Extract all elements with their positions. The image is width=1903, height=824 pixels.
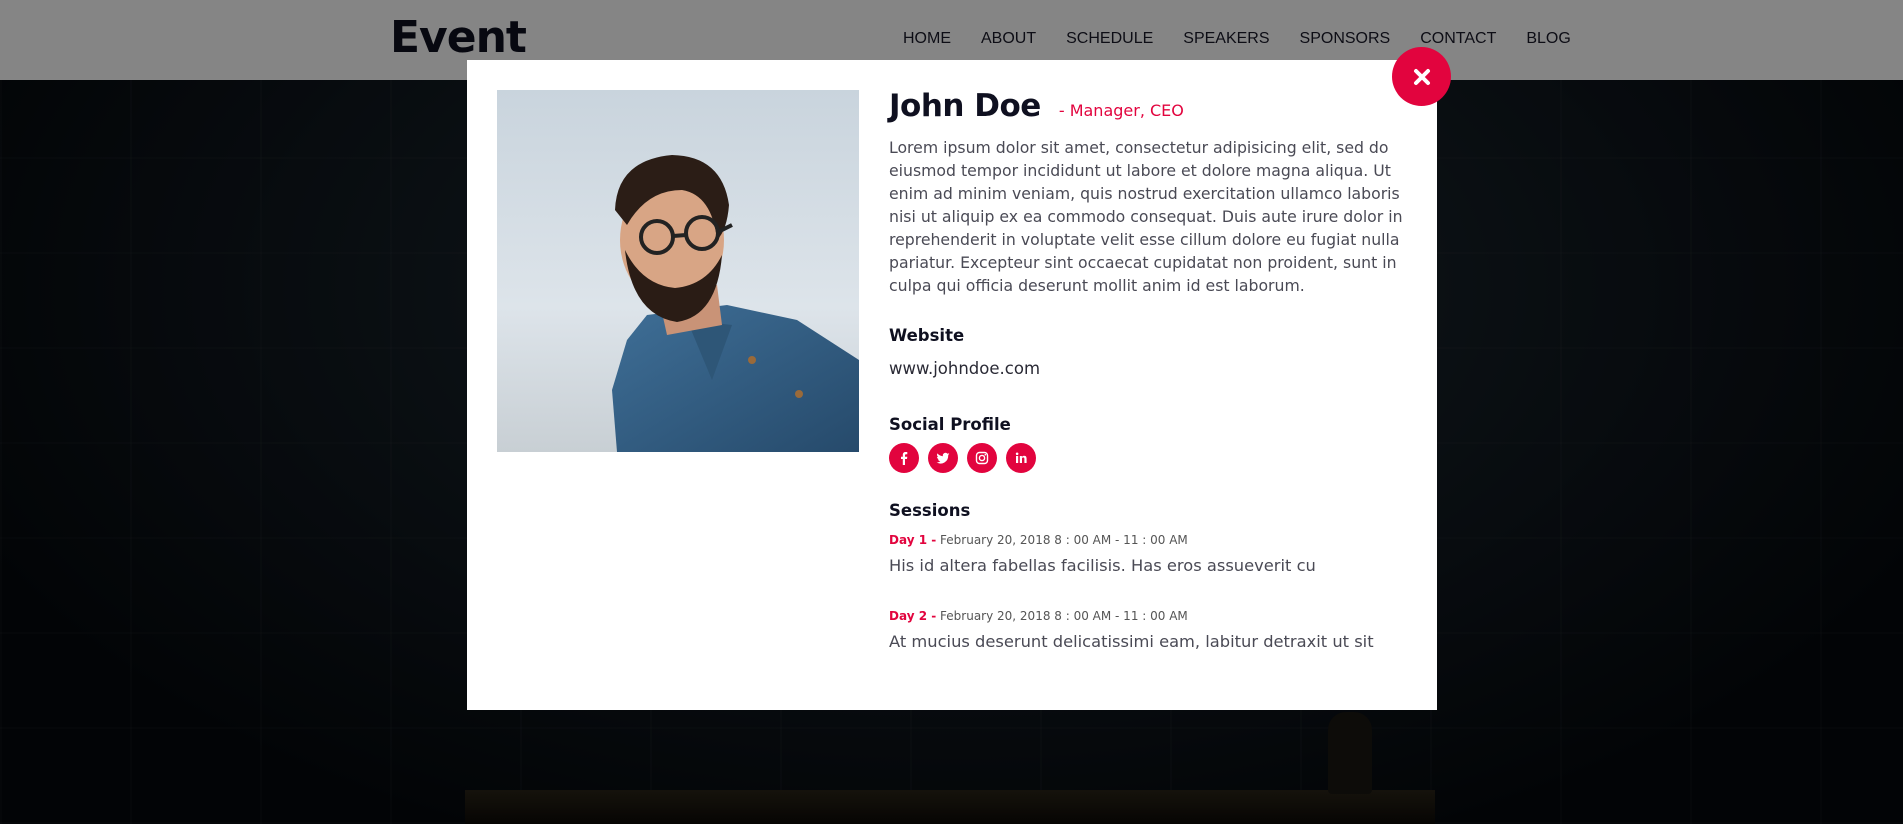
twitter-button[interactable] <box>928 443 958 473</box>
speaker-role: - Manager, CEO <box>1058 101 1184 120</box>
session-item: Day 1 - February 20, 2018 8 : 00 AM - 11… <box>889 533 1414 575</box>
speaker-header: John Doe - Manager, CEO <box>889 88 1414 124</box>
session-meta: Day 1 - February 20, 2018 8 : 00 AM - 11… <box>889 533 1414 547</box>
facebook-button[interactable] <box>889 443 919 473</box>
session-title: His id altera fabellas facilisis. Has er… <box>889 556 1316 575</box>
speaker-name: John Doe <box>889 88 1041 124</box>
website-link[interactable]: www.johndoe.com <box>889 359 1040 378</box>
speaker-photo <box>497 90 859 452</box>
speaker-bio: Lorem ipsum dolor sit amet, consectetur … <box>889 138 1403 295</box>
linkedin-button[interactable] <box>1006 443 1036 473</box>
instagram-icon <box>975 451 989 465</box>
speaker-modal: John Doe - Manager, CEO Lorem ipsum dolo… <box>467 60 1437 710</box>
speaker-details: John Doe - Manager, CEO Lorem ipsum dolo… <box>889 88 1414 651</box>
session-time: February 20, 2018 8 : 00 AM - 11 : 00 AM <box>940 609 1188 623</box>
session-time: February 20, 2018 8 : 00 AM - 11 : 00 AM <box>940 533 1188 547</box>
social-profile-heading: Social Profile <box>889 415 1011 434</box>
session-title: At mucius deserunt delicatissimi eam, la… <box>889 632 1374 651</box>
sessions-heading: Sessions <box>889 501 971 520</box>
facebook-icon <box>901 452 908 465</box>
close-button[interactable] <box>1392 47 1451 106</box>
session-meta: Day 2 - February 20, 2018 8 : 00 AM - 11… <box>889 609 1414 623</box>
twitter-icon <box>936 452 950 464</box>
session-day: Day 2 - <box>889 609 937 623</box>
linkedin-icon <box>1015 452 1027 463</box>
website-heading: Website <box>889 326 965 345</box>
close-icon <box>1413 68 1430 85</box>
session-day: Day 1 - <box>889 533 937 547</box>
speaker-portrait-image <box>497 90 859 452</box>
social-links <box>889 443 1414 473</box>
instagram-button[interactable] <box>967 443 997 473</box>
session-item: Day 2 - February 20, 2018 8 : 00 AM - 11… <box>889 609 1414 651</box>
